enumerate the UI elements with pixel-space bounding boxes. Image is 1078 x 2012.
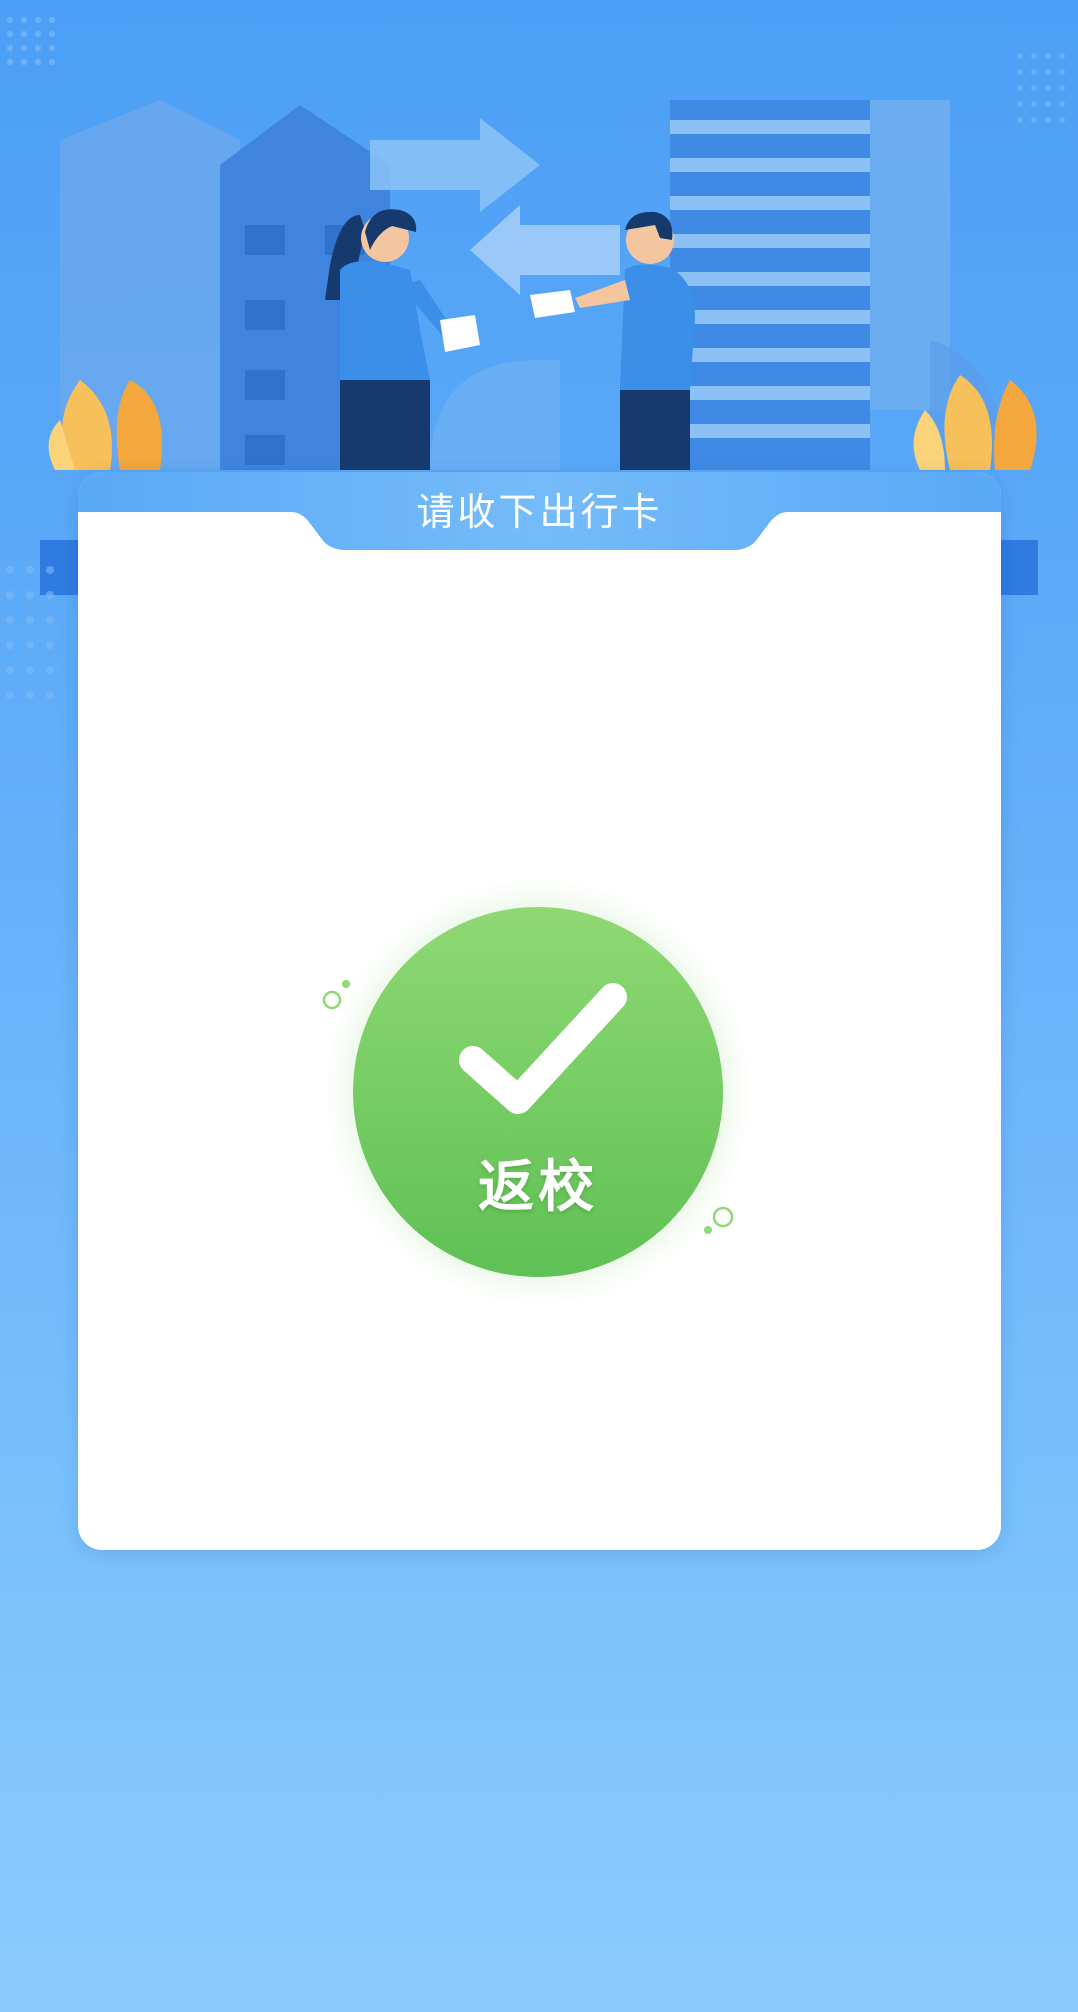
dot-pattern-left (6, 566, 54, 699)
status-label: 返校 (478, 1155, 598, 1220)
card-title: 请收下出行卡 (416, 490, 663, 534)
status-badge (322, 877, 753, 1307)
card-side-tab-right (998, 540, 1038, 595)
dot-pattern-top-right (1017, 53, 1065, 123)
decor-dot (342, 980, 350, 988)
decor-dot (704, 1226, 712, 1234)
dot-pattern-top-left (7, 17, 55, 65)
travel-card-screen: 请收下出行卡 返校 (0, 0, 1078, 2012)
decor-bubble (322, 990, 342, 1010)
